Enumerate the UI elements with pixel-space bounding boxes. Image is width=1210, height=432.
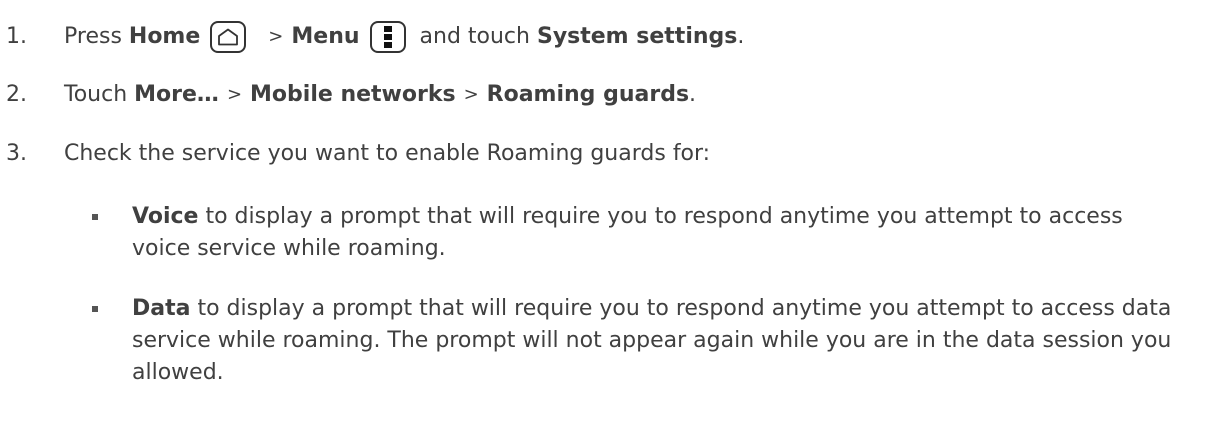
step-3: 3. Check the service you want to enable … — [6, 139, 710, 169]
bullet-text: Voice to display a prompt that will requ… — [106, 201, 1186, 265]
bullet-description: to display a prompt that will require yo… — [132, 204, 1123, 261]
home-icon-glyph — [218, 28, 239, 46]
separator: > — [463, 84, 479, 105]
step-number: 2. — [6, 82, 27, 107]
more-label: More… — [134, 82, 219, 107]
step-text: Check the service you want to enable Roa… — [64, 141, 711, 166]
menu-icon — [369, 21, 406, 53]
roaming-guards-label: Roaming guards — [486, 82, 690, 107]
bullet-marker — [92, 306, 98, 312]
bullet-term: Data — [132, 296, 191, 321]
system-settings-label: System settings — [536, 24, 738, 49]
period: . — [689, 82, 697, 107]
bullet-voice: Voice to display a prompt that will requ… — [92, 201, 1186, 265]
step-text-press: Press — [64, 24, 122, 49]
home-icon — [210, 21, 247, 53]
menu-icon-glyph — [383, 26, 392, 48]
document-page: 1. Press Home > Menu and touch System se… — [0, 0, 1210, 432]
menu-label: Menu — [291, 24, 360, 49]
bullet-description: to display a prompt that will require yo… — [132, 296, 1172, 385]
bullet-text: Data to display a prompt that will requi… — [106, 293, 1186, 389]
mobile-networks-label: Mobile networks — [250, 82, 456, 107]
step-1: 1. Press Home > Menu and touch System se… — [6, 21, 744, 53]
home-label: Home — [128, 24, 201, 49]
bullet-data: Data to display a prompt that will requi… — [92, 293, 1186, 389]
bullet-term: Voice — [132, 204, 199, 229]
step-text-touch: Touch — [64, 82, 128, 107]
separator: > — [226, 84, 243, 105]
separator: > — [268, 26, 284, 47]
step-number: 1. — [6, 24, 27, 49]
step-2: 2. Touch More… > Mobile networks > Roami… — [6, 80, 696, 110]
step-number: 3. — [6, 141, 27, 166]
period: . — [737, 24, 745, 49]
bullet-marker — [92, 214, 98, 220]
step-text-and-touch: and touch — [419, 24, 530, 49]
